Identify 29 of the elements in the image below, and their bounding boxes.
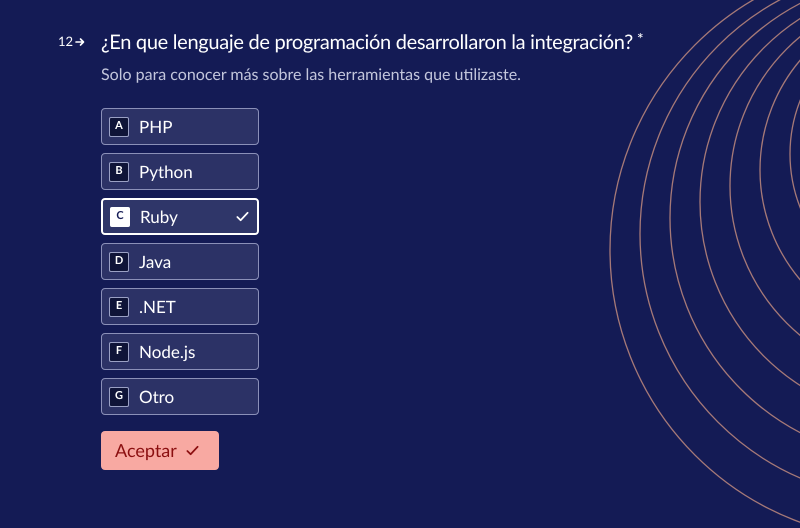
check-icon: [235, 209, 250, 224]
option-label: Node.js: [139, 340, 196, 364]
option-key: A: [109, 116, 129, 136]
accept-button[interactable]: Aceptar: [101, 431, 219, 470]
answer-option[interactable]: E .NET: [101, 288, 259, 325]
answer-option[interactable]: C Ruby: [101, 198, 259, 235]
question-title: ¿En que lenguaje de programación desarrollaron la integración?: [101, 30, 633, 54]
option-label: Ruby: [140, 204, 179, 229]
option-label: .NET: [139, 294, 177, 319]
option-key: G: [109, 386, 129, 406]
answer-option[interactable]: D Java: [101, 243, 259, 280]
answer-option[interactable]: G Otro: [101, 378, 259, 415]
option-key: B: [109, 162, 129, 182]
option-key: C: [110, 206, 130, 226]
option-label: Java: [139, 250, 172, 274]
question-number: 12: [58, 32, 74, 52]
required-mark: *: [636, 30, 644, 50]
option-key: D: [109, 252, 129, 272]
option-key: E: [109, 296, 129, 316]
option-label: Python: [139, 160, 194, 184]
answer-option[interactable]: B Python: [101, 153, 259, 190]
option-key: F: [109, 342, 129, 362]
question-description: Solo para conocer más sobre las herramientas que utilizaste.: [101, 65, 522, 85]
option-label: Otro: [139, 384, 176, 409]
answer-option[interactable]: F Node.js: [101, 333, 259, 370]
option-label: PHP: [139, 114, 174, 139]
answer-option[interactable]: A PHP: [101, 108, 259, 145]
check-icon: [184, 443, 200, 458]
arrow-right-icon: [75, 37, 86, 47]
